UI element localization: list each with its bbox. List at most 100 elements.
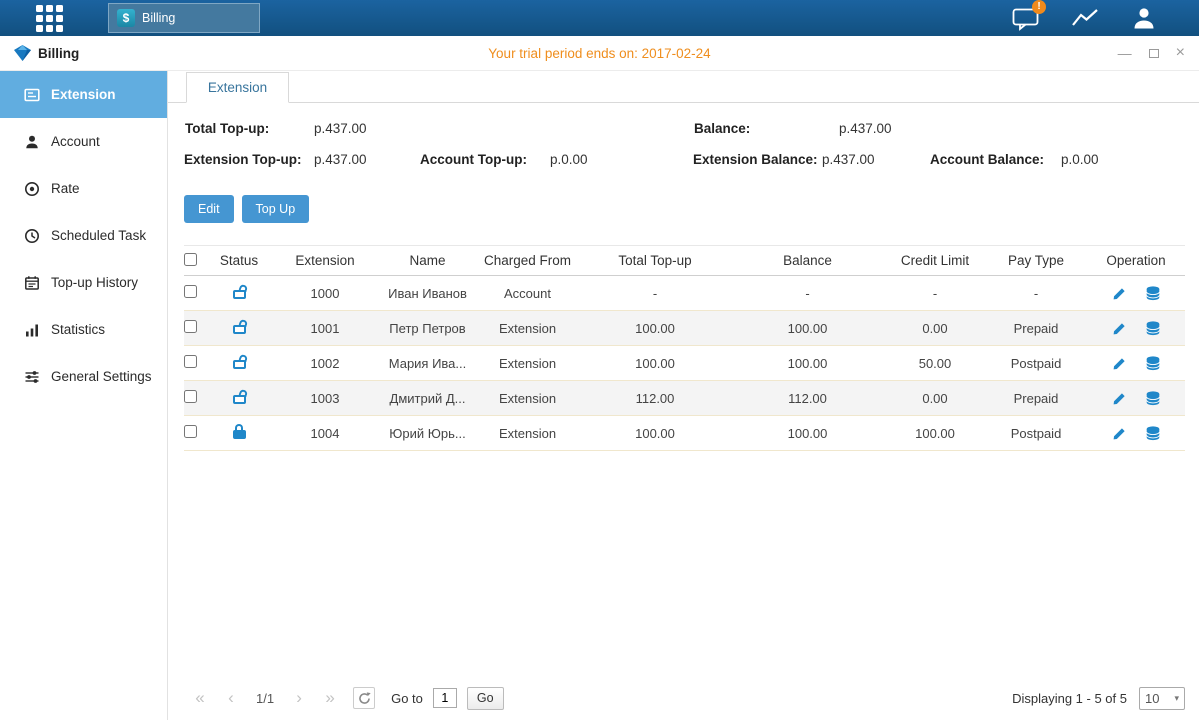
minimize-icon[interactable]: — [1118, 45, 1132, 61]
titlebar: Billing Your trial period ends on: 2017-… [0, 36, 1199, 71]
cell-total-topup: - [580, 286, 730, 301]
sidebar-item-account[interactable]: Account [0, 118, 167, 165]
total-topup-value: p.437.00 [314, 121, 367, 136]
sidebar-item-label: Scheduled Task [51, 228, 146, 243]
column-header-status: Status [208, 253, 270, 268]
close-icon[interactable]: × [1176, 45, 1185, 61]
lock-status-icon [233, 389, 246, 404]
edit-icon[interactable] [1112, 321, 1127, 336]
sidebar-item-label: Statistics [51, 322, 105, 337]
chart-icon[interactable] [1071, 7, 1099, 29]
page-size-select[interactable]: 10 ▾ [1139, 687, 1185, 710]
edit-icon[interactable] [1112, 356, 1127, 371]
column-header-operation: Operation [1087, 253, 1185, 268]
column-header-name: Name [380, 253, 475, 268]
table-row[interactable]: 1003 Дмитрий Д... Extension 112.00 112.0… [184, 381, 1185, 416]
first-page-icon[interactable]: « [192, 688, 208, 708]
sidebar-item-statistics[interactable]: Statistics [0, 306, 167, 353]
sidebar-item-general-settings[interactable]: General Settings [0, 353, 167, 400]
cell-total-topup: 100.00 [580, 426, 730, 441]
apps-grid-icon[interactable] [36, 5, 63, 32]
table-row[interactable]: 1001 Петр Петров Extension 100.00 100.00… [184, 311, 1185, 346]
user-icon[interactable] [1131, 6, 1157, 30]
page-indicator: 1/1 [256, 691, 274, 706]
cell-extension: 1002 [270, 356, 380, 371]
chevron-down-icon: ▾ [1174, 693, 1179, 704]
column-header-extension: Extension [270, 253, 380, 268]
app-tab-label: Billing [142, 11, 175, 25]
pagination-bar: « ‹ 1/1 › » Go to Go Displaying 1 - 5 of… [184, 682, 1185, 714]
column-header-total-topup: Total Top-up [580, 253, 730, 268]
cell-credit-limit: 50.00 [885, 356, 985, 371]
cell-balance: - [730, 286, 885, 301]
tab-bar: Extension [184, 71, 1185, 103]
cell-charged-from: Account [475, 286, 580, 301]
tab-extension[interactable]: Extension [186, 72, 289, 103]
row-checkbox[interactable] [184, 390, 197, 403]
sidebar-item-scheduled-task[interactable]: Scheduled Task [0, 212, 167, 259]
table-body: 1000 Иван Иванов Account - - - - 1001 Пе… [184, 276, 1185, 451]
account-icon [24, 134, 40, 150]
table-row[interactable]: 1004 Юрий Юрь... Extension 100.00 100.00… [184, 416, 1185, 451]
edit-button[interactable]: Edit [184, 195, 234, 223]
lock-status-icon [233, 354, 246, 369]
billing-logo-icon [14, 45, 31, 61]
sidebar: Extension Account Rate Scheduled Task To… [0, 71, 168, 720]
cell-pay-type: Prepaid [985, 391, 1087, 406]
table-row[interactable]: 1002 Мария Ива... Extension 100.00 100.0… [184, 346, 1185, 381]
extension-icon [24, 87, 40, 103]
billing-app-icon: $ [117, 9, 135, 27]
cell-credit-limit: 100.00 [885, 426, 985, 441]
cell-pay-type: Postpaid [985, 356, 1087, 371]
cell-name: Юрий Юрь... [380, 426, 475, 441]
sliders-icon [24, 369, 40, 385]
row-checkbox[interactable] [184, 320, 197, 333]
top-up-button[interactable]: Top Up [242, 195, 310, 223]
cell-charged-from: Extension [475, 426, 580, 441]
cell-name: Иван Иванов [380, 286, 475, 301]
row-checkbox[interactable] [184, 355, 197, 368]
lock-status-icon [233, 424, 246, 439]
top-up-operation-icon[interactable] [1145, 426, 1161, 441]
notification-badge: ! [1032, 0, 1046, 14]
top-up-operation-icon[interactable] [1145, 286, 1161, 301]
goto-page-input[interactable] [433, 688, 457, 708]
maximize-icon[interactable] [1149, 45, 1159, 61]
column-header-pay-type: Pay Type [985, 253, 1087, 268]
prev-page-icon[interactable]: ‹ [223, 688, 239, 708]
extension-topup-value: p.437.00 [314, 152, 367, 167]
sidebar-item-topup-history[interactable]: Top-up History [0, 259, 167, 306]
cell-charged-from: Extension [475, 321, 580, 336]
edit-icon[interactable] [1112, 286, 1127, 301]
cell-name: Дмитрий Д... [380, 391, 475, 406]
select-all-checkbox[interactable] [184, 253, 197, 266]
cell-credit-limit: 0.00 [885, 321, 985, 336]
calendar-icon [24, 275, 40, 291]
last-page-icon[interactable]: » [322, 688, 338, 708]
sidebar-item-label: Extension [51, 87, 116, 102]
top-up-operation-icon[interactable] [1145, 391, 1161, 406]
top-up-operation-icon[interactable] [1145, 356, 1161, 371]
notifications-icon[interactable]: ! [1012, 6, 1039, 31]
extension-balance-label: Extension Balance: [693, 152, 818, 167]
lock-status-icon [233, 284, 246, 299]
cell-balance: 100.00 [730, 321, 885, 336]
summary-panel: Total Top-up: p.437.00 Balance: p.437.00… [184, 121, 1185, 169]
table-row[interactable]: 1000 Иван Иванов Account - - - - [184, 276, 1185, 311]
cell-charged-from: Extension [475, 391, 580, 406]
next-page-icon[interactable]: › [291, 688, 307, 708]
top-up-operation-icon[interactable] [1145, 321, 1161, 336]
row-checkbox[interactable] [184, 425, 197, 438]
app-tab-billing[interactable]: $ Billing [108, 3, 260, 33]
row-checkbox[interactable] [184, 285, 197, 298]
edit-icon[interactable] [1112, 391, 1127, 406]
cell-balance: 100.00 [730, 426, 885, 441]
sidebar-item-extension[interactable]: Extension [0, 71, 167, 118]
edit-icon[interactable] [1112, 426, 1127, 441]
sidebar-item-rate[interactable]: Rate [0, 165, 167, 212]
cell-credit-limit: 0.00 [885, 391, 985, 406]
rate-icon [24, 181, 40, 197]
topbar: $ Billing ! [0, 0, 1199, 36]
refresh-button[interactable] [353, 687, 375, 709]
go-button[interactable]: Go [467, 687, 504, 710]
